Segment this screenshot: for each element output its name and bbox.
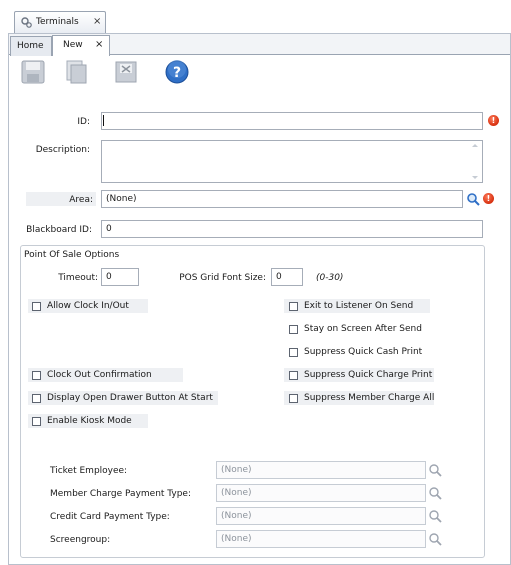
tab-new[interactable]: New × xyxy=(52,35,110,56)
ticket-employee-search-icon[interactable] xyxy=(428,463,442,477)
save-icon[interactable] xyxy=(21,60,45,84)
display-drawer-label: Display Open Drawer Button At Start xyxy=(47,393,213,403)
suppress-cash-label: Suppress Quick Cash Print xyxy=(304,347,423,357)
area-input[interactable]: (None) xyxy=(101,190,463,208)
timeout-input[interactable]: 0 xyxy=(101,268,139,286)
blackboard-id-input[interactable]: 0 xyxy=(101,220,483,238)
credit-card-label: Credit Card Payment Type: xyxy=(50,512,170,522)
clock-out-confirm-label: Clock Out Confirmation xyxy=(47,370,152,380)
suppress-charge-checkbox[interactable] xyxy=(289,371,298,380)
id-label: ID: xyxy=(77,117,90,127)
credit-card-input[interactable]: (None) xyxy=(216,507,426,525)
description-label: Description: xyxy=(35,145,90,155)
member-charge-label: Member Charge Payment Type: xyxy=(50,489,192,499)
svg-text:?: ? xyxy=(173,65,181,81)
window-tab-close-icon[interactable]: × xyxy=(93,16,101,27)
credit-card-search-icon[interactable] xyxy=(428,509,442,523)
ticket-employee-input[interactable]: (None) xyxy=(216,461,426,479)
screengroup-label: Screengroup: xyxy=(50,535,111,545)
exit-listener-checkbox[interactable] xyxy=(289,302,298,311)
font-size-label: POS Grid Font Size: xyxy=(179,273,266,283)
allow-clock-label: Allow Clock In/Out xyxy=(47,301,129,311)
window-tab-label: Terminals xyxy=(36,17,79,27)
member-charge-input[interactable]: (None) xyxy=(216,484,426,502)
blackboard-id-label: Blackboard ID: xyxy=(26,225,92,235)
help-icon[interactable]: ? xyxy=(165,60,189,84)
copy-icon[interactable] xyxy=(64,60,88,84)
point-of-sale-title: Point Of Sale Options xyxy=(24,250,120,260)
gears-icon xyxy=(21,17,32,28)
tab-home-label: Home xyxy=(17,41,44,51)
suppress-member-checkbox[interactable] xyxy=(289,394,298,403)
member-charge-search-icon[interactable] xyxy=(428,486,442,500)
kiosk-checkbox[interactable] xyxy=(32,417,41,426)
area-search-icon[interactable] xyxy=(466,192,480,206)
display-drawer-checkbox[interactable] xyxy=(32,394,41,403)
delete-icon[interactable] xyxy=(114,60,138,84)
exit-listener-label: Exit to Listener On Send xyxy=(304,301,414,311)
window-tab-terminals[interactable]: Terminals × xyxy=(14,11,106,33)
description-scrollbar[interactable] xyxy=(469,142,481,181)
allow-clock-checkbox[interactable] xyxy=(32,302,41,311)
font-size-hint: (0-30) xyxy=(316,273,344,283)
tab-new-close-icon[interactable]: × xyxy=(95,39,103,50)
font-size-input[interactable]: 0 xyxy=(271,268,303,286)
id-input[interactable] xyxy=(101,112,483,130)
stay-on-screen-label: Stay on Screen After Send xyxy=(304,324,422,334)
tab-new-label: New xyxy=(63,40,83,50)
stay-on-screen-checkbox[interactable] xyxy=(289,325,298,334)
id-error-icon: ! xyxy=(488,115,499,126)
kiosk-label: Enable Kiosk Mode xyxy=(47,416,132,426)
suppress-charge-label: Suppress Quick Charge Print xyxy=(304,370,433,380)
scroll-up-icon[interactable] xyxy=(472,144,478,147)
screengroup-input[interactable]: (None) xyxy=(216,530,426,548)
suppress-cash-checkbox[interactable] xyxy=(289,348,298,357)
ticket-employee-label: Ticket Employee: xyxy=(50,466,128,476)
clock-out-confirm-checkbox[interactable] xyxy=(32,371,41,380)
screengroup-search-icon[interactable] xyxy=(428,532,442,546)
timeout-label: Timeout: xyxy=(58,273,98,283)
area-error-icon: ! xyxy=(483,193,494,204)
text-cursor xyxy=(103,115,104,126)
area-label: Area: xyxy=(69,195,93,205)
tab-home[interactable]: Home xyxy=(10,36,52,56)
description-textarea[interactable] xyxy=(101,140,483,183)
scroll-down-icon[interactable] xyxy=(472,176,478,179)
suppress-member-label: Suppress Member Charge All xyxy=(304,393,435,403)
